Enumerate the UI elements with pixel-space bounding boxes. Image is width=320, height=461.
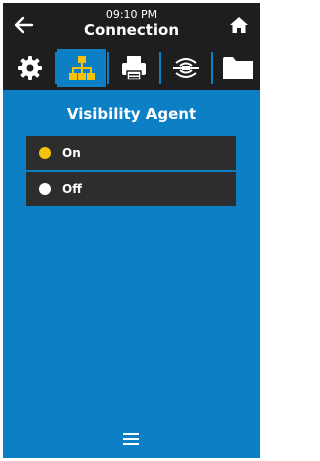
page-title: Connection: [83, 21, 180, 39]
header-bar: 09:10 PM Connection: [3, 3, 260, 46]
option-label: On: [62, 146, 81, 160]
option-label: Off: [62, 182, 82, 196]
option-list: On Off: [26, 136, 236, 208]
home-icon[interactable]: [229, 15, 249, 35]
printer-icon: [121, 56, 146, 81]
rfid-icon: [172, 58, 199, 78]
hamburger-menu-icon[interactable]: [123, 433, 139, 446]
radio-selected-icon[interactable]: [39, 147, 51, 159]
tab-storage[interactable]: [213, 49, 260, 87]
tab-rfid[interactable]: [161, 49, 210, 87]
option-off[interactable]: Off: [26, 172, 236, 206]
folder-icon: [222, 57, 253, 79]
tab-settings[interactable]: [5, 49, 54, 87]
radio-unselected-icon[interactable]: [39, 183, 51, 195]
panel-title: Visibility Agent: [66, 105, 197, 123]
tab-connection[interactable]: [57, 49, 106, 87]
network-icon: [68, 56, 95, 80]
tab-print[interactable]: [109, 49, 158, 87]
device-screen: 09:10 PM Connection Visibility Agent On …: [3, 3, 260, 458]
category-tabs: [3, 46, 260, 90]
gear-icon: [17, 56, 42, 80]
option-on[interactable]: On: [26, 136, 236, 170]
